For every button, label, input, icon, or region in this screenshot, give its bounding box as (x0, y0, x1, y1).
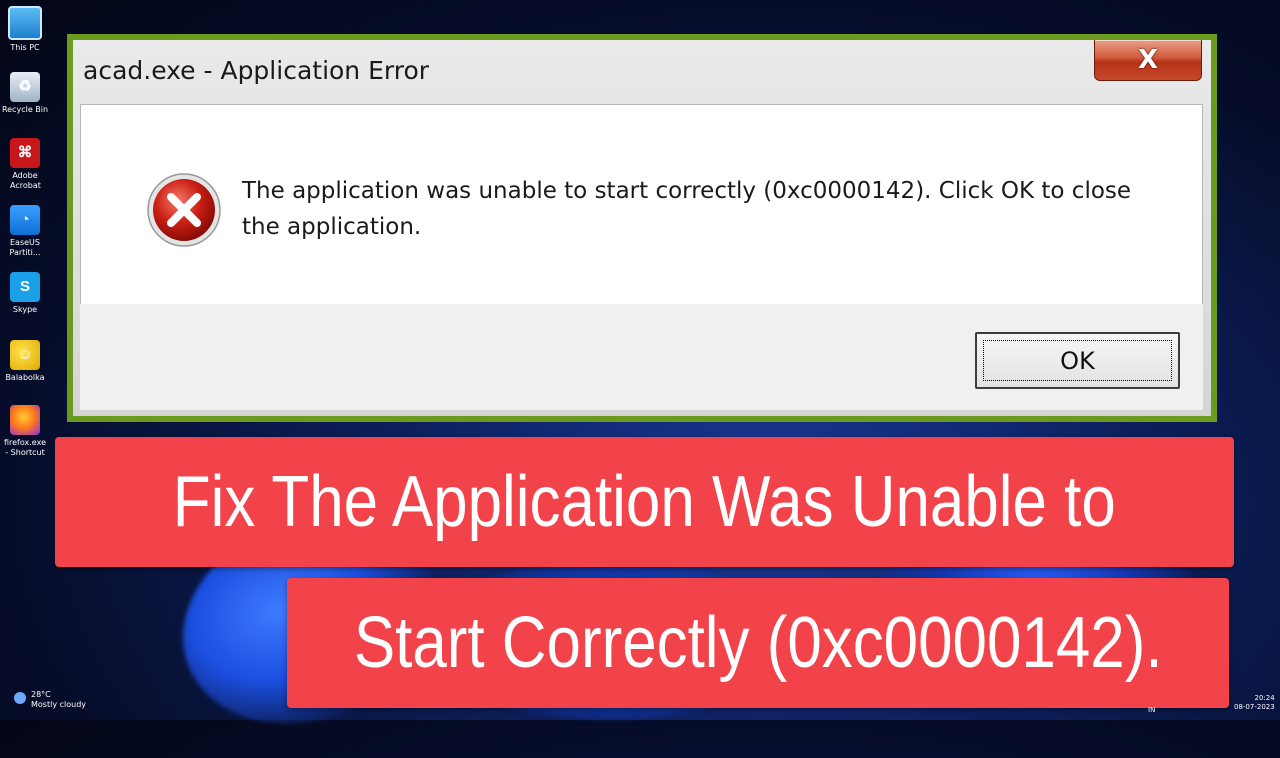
banner-text-line-1: Fix The Application Was Unable to (172, 462, 1117, 542)
weather-widget[interactable]: 28°C Mostly cloudy (14, 690, 86, 710)
message-panel: The application was unable to start corr… (80, 104, 1203, 306)
desktop-icon-this-pc[interactable]: This PC (0, 6, 50, 53)
application-error-dialog: acad.exe - Application Error X The appli… (67, 34, 1217, 422)
desktop-icon-balabolka[interactable]: ☺ Balabolka (0, 340, 50, 383)
close-icon: X (1137, 45, 1159, 75)
dialog-title: acad.exe - Application Error (83, 56, 430, 85)
firefox-icon (10, 405, 40, 435)
error-message: The application was unable to start corr… (242, 178, 1132, 240)
weather-description: Mostly cloudy (31, 700, 86, 709)
desktop-icon-recycle-bin[interactable]: ♻ Recycle Bin (0, 72, 50, 115)
this-pc-icon (8, 6, 42, 40)
error-icon (147, 173, 221, 247)
ok-button[interactable]: OK (975, 332, 1180, 389)
title-banner-line-2: Start Correctly (0xc0000142). (287, 578, 1229, 708)
desktop-icon-label: Skype (12, 305, 38, 314)
desktop-icon-firefox[interactable]: firefox.exe - Shortcut (0, 405, 50, 458)
desktop-icon-label: EaseUS Partiti... (9, 238, 41, 257)
adobe-acrobat-icon: ⌘ (10, 138, 40, 168)
balabolka-icon: ☺ (10, 340, 40, 370)
title-banner-line-1: Fix The Application Was Unable to (55, 437, 1234, 567)
desktop-icon-skype[interactable]: S Skype (0, 272, 50, 315)
skype-icon: S (10, 272, 40, 302)
clock-date: 08-07-2023 (1234, 703, 1275, 711)
recycle-bin-icon: ♻ (10, 72, 40, 102)
taskbar-clock[interactable]: 20:24 08-07-2023 (1234, 694, 1275, 712)
easeus-icon: ◔ (10, 205, 40, 235)
language-indicator[interactable]: IN (1148, 706, 1155, 714)
desktop-icon-label: Balabolka (5, 373, 45, 382)
close-button[interactable]: X (1094, 40, 1202, 81)
desktop-icon-adobe-acrobat[interactable]: ⌘ Adobe Acrobat (0, 138, 50, 191)
desktop-icon-easeus[interactable]: ◔ EaseUS Partiti... (0, 205, 50, 258)
ok-button-label: OK (1060, 346, 1095, 375)
weather-icon (14, 692, 26, 704)
dialog-body: acad.exe - Application Error X The appli… (73, 40, 1211, 416)
desktop-icon-label: firefox.exe - Shortcut (3, 438, 46, 457)
clock-time: 20:24 (1254, 694, 1275, 702)
banner-text-line-2: Start Correctly (0xc0000142). (353, 603, 1163, 683)
desktop-icon-label: This PC (10, 43, 40, 52)
desktop-icon-label: Adobe Acrobat (10, 171, 41, 190)
desktop-icon-label: Recycle Bin (1, 105, 49, 114)
weather-temperature: 28°C (31, 690, 51, 699)
